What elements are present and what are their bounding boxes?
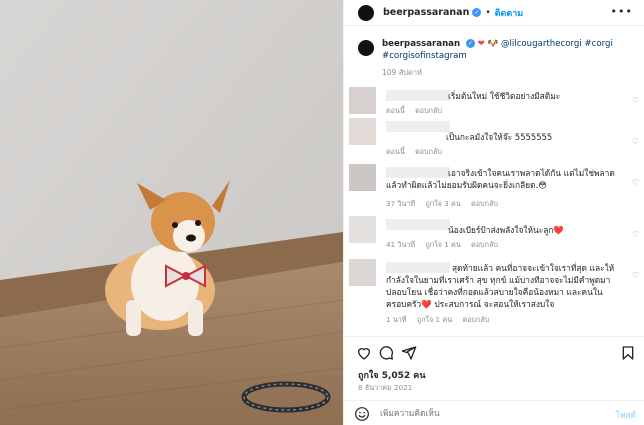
post-actions xyxy=(344,336,644,366)
comment-time: 41 วินาที xyxy=(386,240,416,249)
comment-meta: ตอนนี้ ตอบกลับ xyxy=(386,147,450,158)
comment-likes[interactable]: ถูกใจ 1 คน xyxy=(425,240,460,249)
caption-time: 109 สัปดาห์ xyxy=(382,68,423,77)
comment-meta: 37 วินาที ถูกใจ 3 คน ตอบกลับ xyxy=(386,199,506,210)
add-comment-bar: โพสต์ xyxy=(344,400,644,425)
commenter-avatar[interactable] xyxy=(349,164,376,191)
heart-emoji-icon: ❤ xyxy=(477,39,485,49)
commenter-avatar[interactable] xyxy=(349,87,376,114)
author-username[interactable]: beerpassaranan xyxy=(383,7,469,18)
comment-text: เริ่มต้นใหม่ ใช้ชีวิตอย่างมีสติมะ xyxy=(448,91,561,101)
reply-button[interactable]: ตอบกลับ xyxy=(462,315,489,324)
corgi-photo xyxy=(0,0,343,425)
comment-meta: 1 นาที ถูกใจ 1 คน ตอบกลับ xyxy=(386,315,497,326)
author-avatar[interactable] xyxy=(358,4,374,21)
instagram-post: beerpassaranan ✓ • ติดตาม ••• beerpassar… xyxy=(0,0,644,425)
comment-time: ตอนนี้ xyxy=(386,147,405,156)
like-comment-icon[interactable]: ♡ xyxy=(632,271,639,280)
comment-text: สุดท้ายแล้ว คนที่อาจจะเข้าใจเราที่สุด แล… xyxy=(386,263,615,309)
emoji-icon[interactable] xyxy=(354,406,370,422)
like-heart-icon[interactable] xyxy=(356,345,372,361)
like-comment-icon[interactable]: ♡ xyxy=(632,96,639,105)
commenter-avatar[interactable] xyxy=(349,259,376,286)
post-comment-button[interactable]: โพสต์ xyxy=(615,408,636,422)
comment-meta: 41 วินาที ถูกใจ 1 คน ตอบกลับ xyxy=(386,240,506,251)
verified-badge-icon: ✓ xyxy=(472,8,482,17)
save-bookmark-icon[interactable] xyxy=(620,345,636,361)
comment-text: เอาจริงเข้าใจคนเราพลาดได้กัน แต่ไม่ใช่พล… xyxy=(386,168,615,190)
reply-button[interactable]: ตอบกลับ xyxy=(471,199,498,208)
comment-time: 37 วินาที xyxy=(386,199,416,208)
comment-likes[interactable]: ถูกใจ 1 คน xyxy=(417,315,452,324)
caption-username[interactable]: beerpassaranan xyxy=(382,39,460,49)
comment-text: น้องเบียร์ป้าส่งพลังใจให้นะลูก❤️ xyxy=(448,225,564,235)
reply-button[interactable]: ตอบกลับ xyxy=(415,106,442,115)
commenter-avatar[interactable] xyxy=(349,118,376,145)
comment-time: ตอนนี้ xyxy=(386,106,405,115)
post-date: 8 ธันวาคม 2021 xyxy=(358,383,413,392)
like-comment-icon[interactable]: ♡ xyxy=(632,137,639,146)
follow-button[interactable]: ติดตาม xyxy=(495,6,524,20)
comment-bubble-icon[interactable] xyxy=(378,345,394,361)
share-send-icon[interactable] xyxy=(401,345,417,361)
comment-likes[interactable]: ถูกใจ 3 คน xyxy=(425,199,460,208)
post-caption: beerpassaranan ✓ ❤ 🐶 @lilcougarthecorgi … xyxy=(358,38,638,79)
comment-text: เป็นกะลมังใจให้จ๊ะ 5555555 xyxy=(446,132,553,142)
post-side-panel: beerpassaranan ✓ • ติดตาม ••• beerpassar… xyxy=(343,0,644,425)
commenter-avatar[interactable] xyxy=(349,216,376,243)
like-comment-icon[interactable]: ♡ xyxy=(632,178,639,187)
reply-button[interactable]: ตอบกลับ xyxy=(415,147,442,156)
post-photo[interactable] xyxy=(0,0,343,425)
like-comment-icon[interactable]: ♡ xyxy=(632,230,639,239)
verified-badge-icon: ✓ xyxy=(465,39,475,48)
comment-meta: ตอนนี้ ตอบกลับ xyxy=(386,106,450,117)
comment-input[interactable] xyxy=(380,408,580,418)
separator-dot: • xyxy=(485,7,491,18)
likes-count[interactable]: ถูกใจ 5,052 คน xyxy=(358,368,425,382)
reply-button[interactable]: ตอบกลับ xyxy=(471,240,498,249)
caption-avatar[interactable] xyxy=(358,40,374,56)
post-header: beerpassaranan ✓ • ติดตาม ••• xyxy=(344,0,644,26)
more-options-icon[interactable]: ••• xyxy=(611,5,633,18)
comment-time: 1 นาที xyxy=(386,315,407,324)
